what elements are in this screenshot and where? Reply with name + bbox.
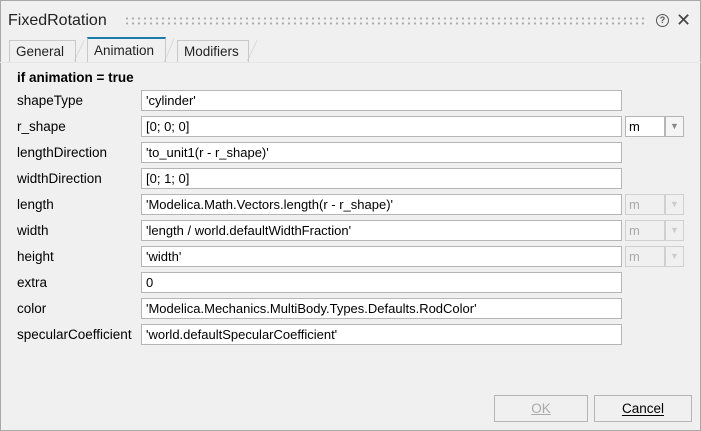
param-label: widthDirection [17,171,102,186]
param-input[interactable]: 'cylinder' [141,90,622,111]
param-label: length [17,197,54,212]
chevron-down-icon[interactable]: ▼ [665,246,684,267]
tab-modifiers[interactable]: Modifiers [177,40,257,62]
param-input[interactable]: 0 [141,272,622,293]
param-label: extra [17,275,48,290]
ok-button[interactable]: OK [494,395,588,422]
unit-select[interactable]: m [625,220,665,241]
divider [0,62,701,63]
param-label: width [17,223,49,238]
chevron-down-icon[interactable]: ▼ [665,220,684,241]
unit-select[interactable]: m [625,116,665,137]
close-icon[interactable]: ✕ [676,10,691,31]
ok-label: OK [531,401,551,416]
window-title: FixedRotation [8,12,107,29]
dialog-frame [0,0,701,431]
param-label: r_shape [17,119,66,134]
unit-select[interactable]: m [625,194,665,215]
section-heading: if animation = true [17,70,134,85]
param-input[interactable]: 'world.defaultSpecularCoefficient' [141,324,622,345]
chevron-down-icon[interactable]: ▼ [665,116,684,137]
param-label: height [17,249,54,264]
cancel-label: Cancel [621,401,665,416]
param-label: shapeType [17,93,84,108]
param-input[interactable]: 'to_unit1(r - r_shape)' [141,142,622,163]
help-circle-icon[interactable]: ? [656,14,669,27]
param-input[interactable]: [0; 0; 0] [141,116,622,137]
chevron-down-icon[interactable]: ▼ [665,194,684,215]
param-input[interactable]: 'Modelica.Mechanics.MultiBody.Types.Defa… [141,298,622,319]
unit-select[interactable]: m [625,246,665,267]
drag-handle[interactable] [124,16,644,26]
param-input[interactable]: [0; 1; 0] [141,168,622,189]
cancel-button[interactable]: Cancel [594,395,692,422]
param-label: lengthDirection [17,145,108,160]
tab-general[interactable]: General [9,40,84,62]
param-input[interactable]: 'length / world.defaultWidthFraction' [141,220,622,241]
param-label: color [17,301,47,316]
tab-animation[interactable]: Animation [87,37,174,63]
param-label: specularCoefficient [17,327,132,342]
param-input[interactable]: 'width' [141,246,622,267]
param-input[interactable]: 'Modelica.Math.Vectors.length(r - r_shap… [141,194,622,215]
